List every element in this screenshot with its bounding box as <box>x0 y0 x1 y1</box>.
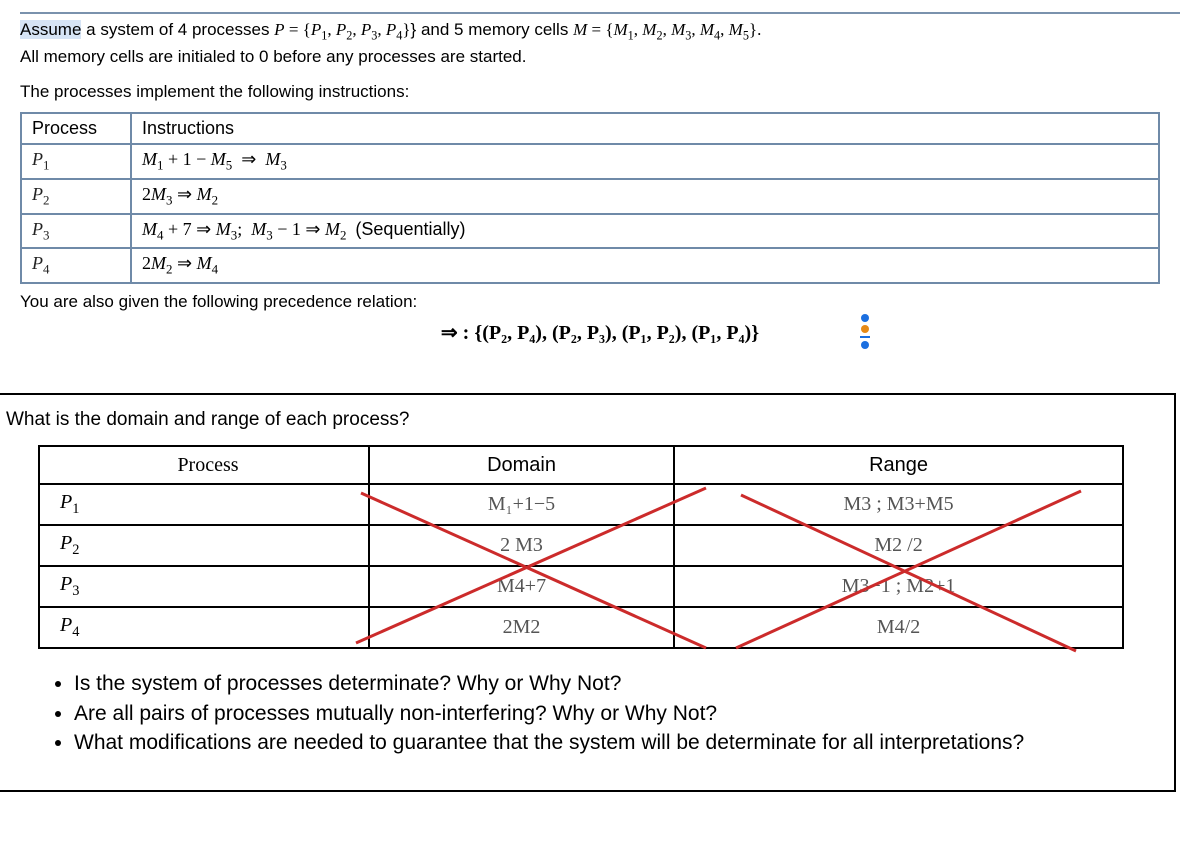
proc-cell: P3 <box>39 566 369 607</box>
question-domain-range: What is the domain and range of each pro… <box>6 403 1156 431</box>
domain-cell: 2 M3 <box>369 525 674 566</box>
proc-cell: P4 <box>21 248 131 283</box>
range-cell: M3−1 ; M2+1 <box>674 566 1123 607</box>
intro-line-2: All memory cells are initialed to 0 befo… <box>20 45 1180 70</box>
domain-cell: 2M2 <box>369 607 674 648</box>
range-cell: M4/2 <box>674 607 1123 648</box>
instr-cell: 2M2 ⇒ M4 <box>131 248 1159 283</box>
th-instructions: Instructions <box>131 113 1159 144</box>
proc-cell: P1 <box>39 484 369 525</box>
domain-range-table: Process Domain Range P1 M₁+1−5 M3 ; M3+M… <box>38 445 1124 649</box>
menu-dots-icon[interactable] <box>860 314 870 349</box>
domain-cell: M₁+1−5 <box>369 484 674 525</box>
intro-line-1: Assume a system of 4 processes P = {P1, … <box>20 18 1180 45</box>
range-cell: M2 /2 <box>674 525 1123 566</box>
proc-cell: P2 <box>39 525 369 566</box>
bullet-item: Is the system of processes determinate? … <box>74 670 1138 698</box>
worksheet-panel: What is the domain and range of each pro… <box>0 393 1176 792</box>
th-process: Process <box>21 113 131 144</box>
range-cell: M3 ; M3+M5 <box>674 484 1123 525</box>
bullet-item: What modifications are needed to guarant… <box>74 729 1138 757</box>
question-bullets: Is the system of processes determinate? … <box>6 670 1156 757</box>
domain-cell: M4+7 <box>369 566 674 607</box>
th-domain: Domain <box>369 446 674 484</box>
instr-cell: 2M3 ⇒ M2 <box>131 179 1159 214</box>
proc-cell: P4 <box>39 607 369 648</box>
th-range: Range <box>674 446 1123 484</box>
bullet-item: Are all pairs of processes mutually non-… <box>74 700 1138 728</box>
instructions-table: Process Instructions P1 M1 + 1 − M5 ⇒ M3… <box>20 112 1160 283</box>
proc-cell: P1 <box>21 144 131 179</box>
intro-line-3: The processes implement the following in… <box>20 80 1180 105</box>
instr-cell: M1 + 1 − M5 ⇒ M3 <box>131 144 1159 179</box>
precedence-expr: ⇒ : {(P₂, P₄), (P₂, P₃), (P₁, P₂), (P₁, … <box>20 320 1180 345</box>
proc-cell: P3 <box>21 214 131 249</box>
instr-cell: M4 + 7 ⇒ M3; M3 − 1 ⇒ M2 (Sequentially) <box>131 214 1159 249</box>
th-process2: Process <box>39 446 369 484</box>
proc-cell: P2 <box>21 179 131 214</box>
precedence-label: You are also given the following precede… <box>20 290 1180 315</box>
assume-highlight: Assume <box>20 20 81 39</box>
